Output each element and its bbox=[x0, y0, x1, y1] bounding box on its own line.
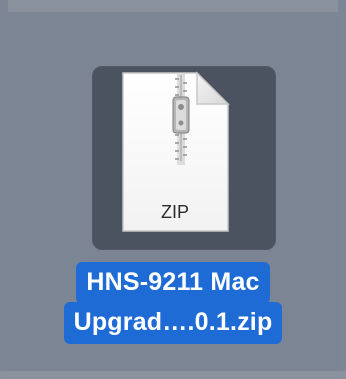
zip-label-text: ZIP bbox=[161, 202, 189, 222]
zip-document-icon: ZIP bbox=[122, 71, 230, 232]
file-name-label[interactable]: HNS-9211 Mac Upgrad….0.1.zip bbox=[38, 262, 308, 344]
zip-file-item[interactable]: ZIP HNS-9211 Mac Upgrad….0.1.zip bbox=[0, 0, 346, 379]
zip-file-icon[interactable]: ZIP bbox=[121, 71, 230, 233]
file-name-line-1: HNS-9211 Mac bbox=[76, 262, 270, 304]
file-name-line-2: Upgrad….0.1.zip bbox=[63, 302, 283, 344]
